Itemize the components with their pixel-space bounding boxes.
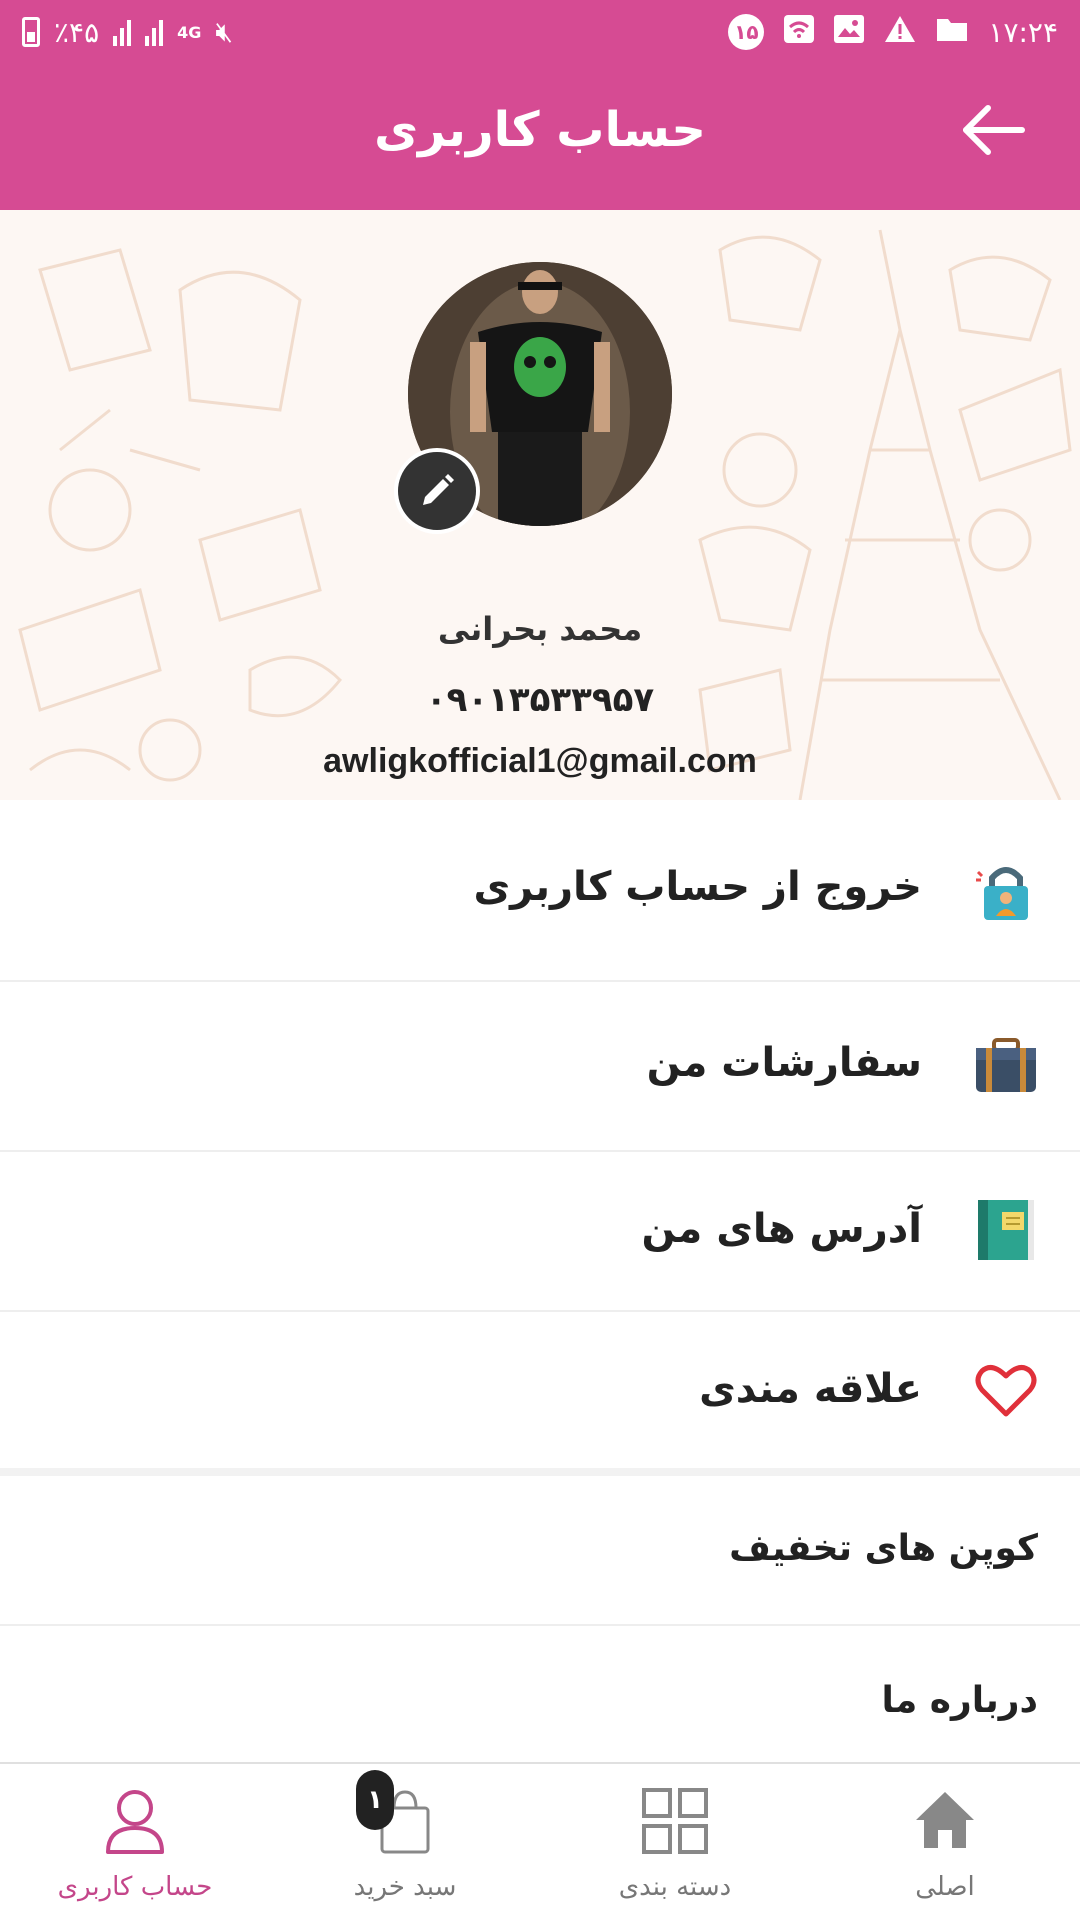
arrow-right-icon — [963, 105, 1025, 155]
bottom-navigation: حساب کاربری ۱ سبد خرید دسته بندی اصلی — [0, 1762, 1080, 1922]
nav-account-label: حساب کاربری — [57, 1872, 213, 1902]
coupons-label: کوپن های تخفیف — [729, 1528, 1038, 1569]
pencil-icon — [423, 474, 454, 505]
mute-icon: 🔇︎ — [215, 15, 234, 48]
edit-photo-button[interactable] — [394, 448, 480, 534]
network-type: 4G — [177, 22, 202, 42]
nav-account[interactable]: حساب کاربری — [0, 1764, 270, 1922]
signal-icon-2 — [145, 18, 164, 46]
wifi-icon — [784, 14, 815, 50]
clock-time: ۱۷:۲۴ — [988, 15, 1058, 49]
status-right: ۱۵ ۱۷:۲۴ — [728, 14, 1058, 50]
nav-categories-label: دسته بندی — [618, 1872, 732, 1902]
notification-count-badge: ۱۵ — [728, 14, 765, 50]
menu-item-favorites[interactable]: علاقه مندی — [0, 1312, 1080, 1470]
user-icon — [106, 1790, 164, 1854]
menu-item-logout[interactable]: خروج از حساب کاربری — [0, 800, 1080, 982]
about-label: درباره ما — [881, 1680, 1038, 1721]
profile-header: محمد بحرانی ۰۹۰۱۳۵۳۳۹۵۷ awligkofficial1@… — [0, 210, 1080, 800]
page-title: حساب کاربری — [374, 102, 706, 158]
image-icon — [834, 14, 865, 50]
menu-item-about[interactable]: درباره ما — [0, 1626, 1080, 1762]
lock-user-icon — [974, 858, 1038, 922]
battery-icon — [22, 17, 40, 47]
favorites-label: علاقه مندی — [699, 1366, 922, 1412]
heart-icon — [974, 1358, 1038, 1422]
address-book-icon — [974, 1198, 1038, 1262]
briefcase-icon — [974, 1034, 1038, 1098]
user-phone: ۰۹۰۱۳۵۳۳۹۵۷ — [425, 680, 655, 720]
nav-home[interactable]: اصلی — [810, 1764, 1080, 1922]
signal-icon — [113, 18, 132, 46]
nav-categories[interactable]: دسته بندی — [540, 1764, 810, 1922]
grid-icon — [642, 1788, 708, 1854]
menu-item-orders[interactable]: سفارشات من — [0, 982, 1080, 1152]
nav-cart-label: سبد خرید — [353, 1872, 457, 1902]
menu-item-coupons[interactable]: کوپن های تخفیف — [0, 1476, 1080, 1626]
user-email: awligkofficial1@gmail.com — [323, 742, 757, 780]
addresses-label: آدرس های من — [641, 1206, 923, 1252]
logout-label: خروج از حساب کاربری — [473, 864, 922, 910]
nav-cart[interactable]: ۱ سبد خرید — [270, 1764, 540, 1922]
section-divider — [0, 1468, 1080, 1476]
status-left: ٪۴۵ 4G 🔇︎ — [22, 14, 233, 50]
nav-home-label: اصلی — [915, 1872, 975, 1902]
status-bar: ٪۴۵ 4G 🔇︎ ۱۵ ۱۷:۲۴ — [0, 0, 1080, 62]
cart-count-badge: ۱ — [356, 1770, 394, 1830]
app-bar: حساب کاربری — [0, 62, 1080, 210]
user-name: محمد بحرانی — [437, 610, 643, 648]
orders-label: سفارشات من — [646, 1040, 922, 1086]
menu-item-addresses[interactable]: آدرس های من — [0, 1152, 1080, 1312]
home-icon — [916, 1792, 974, 1848]
back-button[interactable] — [960, 100, 1030, 160]
folder-icon — [936, 16, 968, 49]
warning-icon — [884, 15, 916, 50]
battery-text: ٪۴۵ — [54, 15, 100, 49]
